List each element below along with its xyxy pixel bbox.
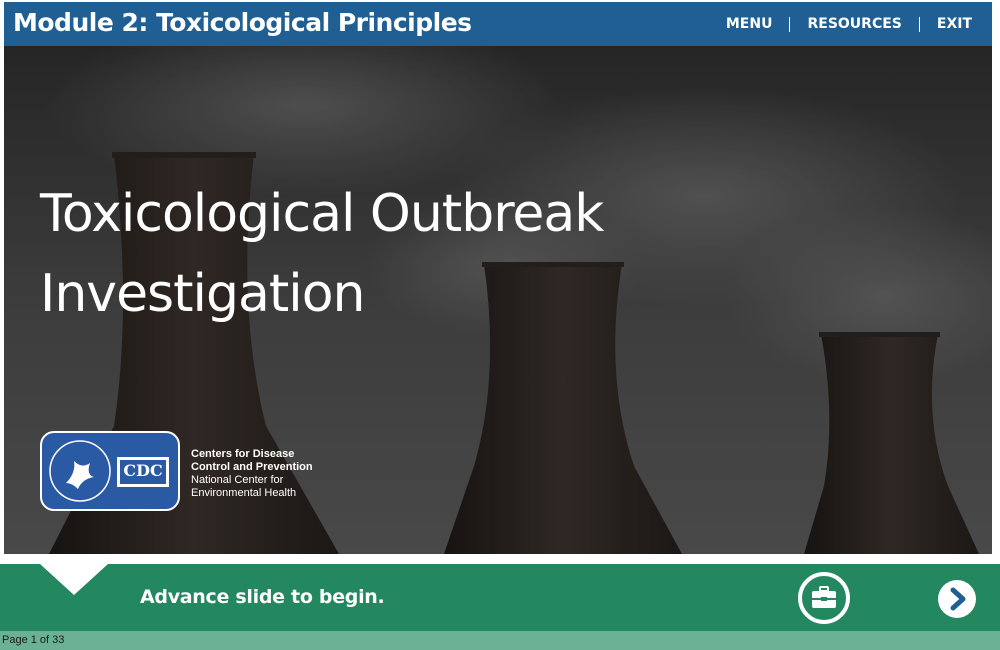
- toolbox-icon: [812, 586, 836, 608]
- nav-divider: [789, 16, 791, 32]
- org-line: National Center for: [191, 474, 284, 486]
- org-line: Centers for Disease: [191, 448, 295, 460]
- org-line: Environmental Health: [191, 487, 297, 499]
- slide-title: Toxicological Outbreak Investigation: [40, 184, 604, 324]
- footer-bar: Advance slide to begin.: [0, 564, 1000, 631]
- page-indicator: Page 1 of 33: [2, 634, 65, 646]
- pointer-notch: [40, 564, 108, 595]
- toolbox-button[interactable]: [798, 572, 850, 624]
- top-nav: MENU RESOURCES EXIT: [726, 16, 972, 32]
- cdc-logo-text: CDC: [123, 461, 163, 480]
- header-bar: Module 2: Toxicological Principles MENU …: [4, 2, 992, 46]
- next-slide-button[interactable]: [938, 580, 976, 618]
- title-slide: Toxicological Outbreak Investigation CDC…: [4, 46, 992, 554]
- exit-link[interactable]: EXIT: [937, 16, 972, 32]
- org-line: Control and Prevention: [191, 461, 313, 473]
- instruction-text: Advance slide to begin.: [140, 586, 385, 608]
- resources-link[interactable]: RESOURCES: [807, 16, 901, 32]
- hhs-cdc-logo: CDC: [40, 431, 180, 511]
- nav-divider: [918, 16, 920, 32]
- status-bar: Page 1 of 33: [0, 631, 1000, 650]
- module-title: Module 2: Toxicological Principles: [13, 8, 472, 37]
- organization-name: Centers for Disease Control and Preventi…: [191, 448, 313, 500]
- chevron-right-icon: [950, 587, 966, 611]
- menu-link[interactable]: MENU: [726, 16, 773, 32]
